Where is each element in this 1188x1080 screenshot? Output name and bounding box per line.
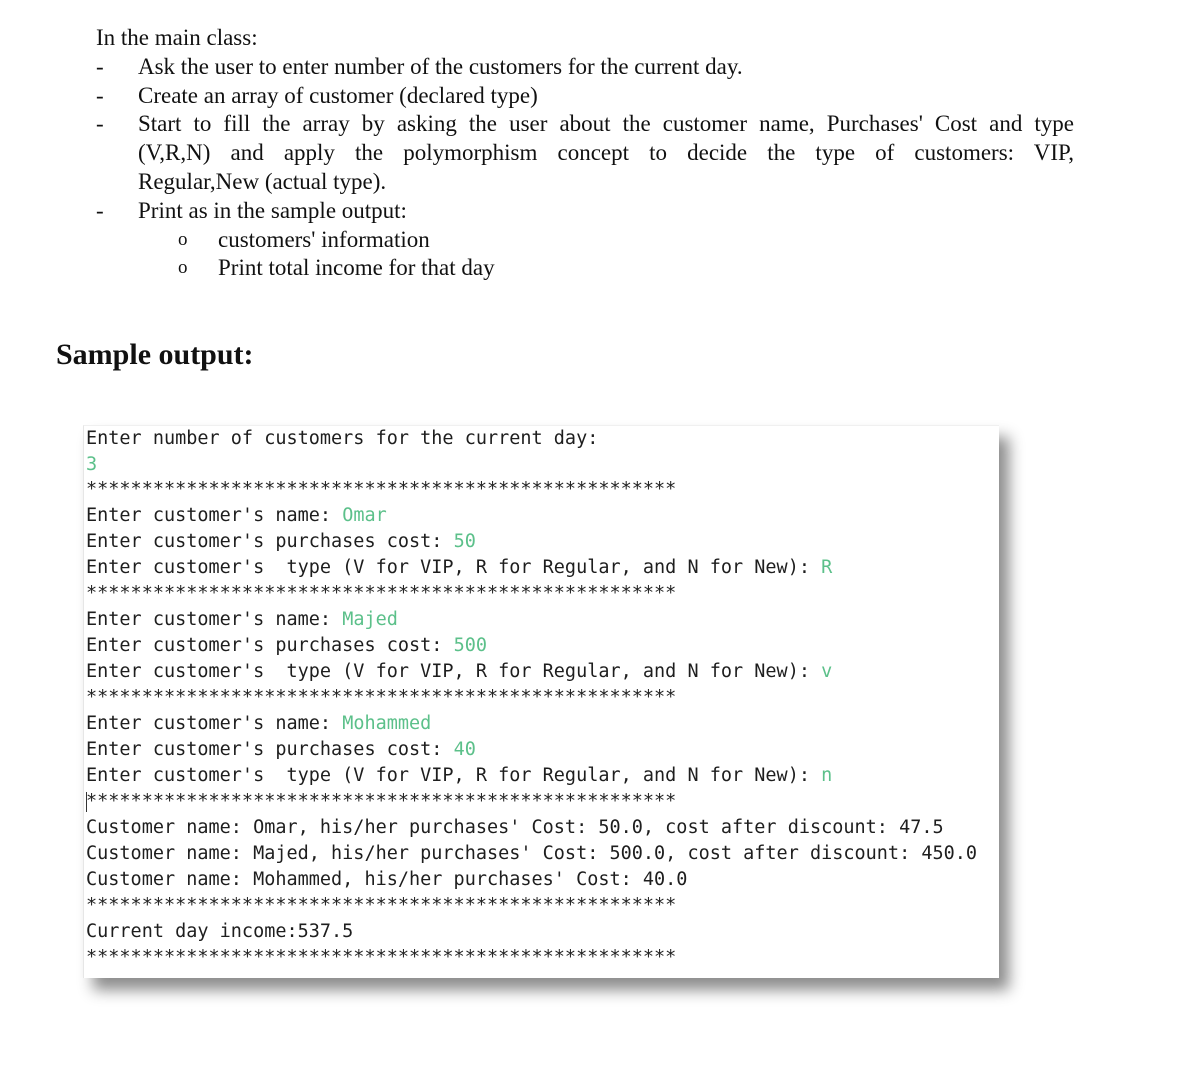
- name-prompt-line: Enter customer's name: Omar: [86, 503, 387, 529]
- result-line: Customer name: Mohammed, his/her purchas…: [86, 869, 688, 890]
- result-line: Customer name: Omar, his/her purchases' …: [86, 817, 944, 838]
- separator-with-caret: ****************************************…: [86, 789, 676, 815]
- separator: ****************************************…: [86, 687, 677, 708]
- list-item-text: Regular,New (actual type).: [138, 168, 387, 194]
- instructions-list: - Ask the user to enter number of the cu…: [96, 53, 1076, 226]
- list-item: - Create an array of customer (declared …: [96, 82, 1074, 111]
- dash-bullet: -: [96, 111, 104, 137]
- cost-input: 40: [453, 739, 476, 760]
- type-prompt: Enter customer's type (V for VIP, R for …: [86, 661, 822, 682]
- list-item-text: Start to fill the array by asking the us…: [138, 111, 1074, 137]
- name-prompt-line: Enter customer's name: Mohammed: [86, 711, 431, 737]
- cost-input: 500: [453, 635, 487, 656]
- sub-list: o customers' information o Print total i…: [96, 226, 1076, 284]
- type-prompt-line: Enter customer's type (V for VIP, R for …: [86, 659, 832, 685]
- count-input: 3: [86, 454, 98, 475]
- cost-prompt: Enter customer's purchases cost:: [86, 531, 454, 552]
- name-prompt: Enter customer's name:: [86, 505, 343, 526]
- type-input: R: [821, 557, 833, 578]
- separator: ****************************************…: [86, 791, 677, 812]
- list-item: - Ask the user to enter number of the cu…: [96, 53, 1074, 82]
- dash-bullet: -: [96, 82, 104, 108]
- type-input: v: [821, 661, 833, 682]
- name-input: Majed: [342, 609, 398, 630]
- cost-prompt-line: Enter customer's purchases cost: 40: [86, 737, 476, 763]
- type-prompt: Enter customer's type (V for VIP, R for …: [86, 557, 822, 578]
- list-item-text: (V,R,N) and apply the polymorphism conce…: [138, 140, 1074, 166]
- type-prompt: Enter customer's type (V for VIP, R for …: [86, 765, 822, 786]
- name-prompt: Enter customer's name:: [86, 713, 343, 734]
- circle-bullet: o: [178, 257, 188, 279]
- text-cursor: [86, 792, 87, 812]
- cost-prompt-line: Enter customer's purchases cost: 500: [86, 633, 487, 659]
- list-item: - Start to fill the array by asking the …: [96, 110, 1074, 196]
- console-output: Enter number of customers for the curren…: [83, 425, 999, 978]
- list-item: - Print as in the sample output:: [96, 197, 1074, 226]
- sub-list-item: o customers' information: [96, 226, 1076, 255]
- dash-bullet: -: [96, 197, 104, 223]
- sub-list-item-text: Print total income for that day: [218, 255, 495, 281]
- cost-input: 50: [453, 531, 476, 552]
- separator: ****************************************…: [86, 479, 677, 500]
- sub-list-item: o Print total income for that day: [96, 254, 1076, 283]
- circle-bullet: o: [178, 228, 188, 250]
- name-prompt: Enter customer's name:: [86, 609, 343, 630]
- sub-list-item-text: customers' information: [218, 226, 430, 252]
- name-input: Mohammed: [342, 713, 432, 734]
- cost-prompt-line: Enter customer's purchases cost: 50: [86, 529, 476, 555]
- instructions-heading: In the main class:: [96, 25, 258, 50]
- separator: ****************************************…: [86, 895, 677, 916]
- separator: ****************************************…: [86, 947, 677, 968]
- name-prompt-line: Enter customer's name: Majed: [86, 607, 398, 633]
- name-input: Omar: [342, 505, 387, 526]
- type-input: n: [821, 765, 833, 786]
- cost-prompt: Enter customer's purchases cost:: [86, 635, 454, 656]
- instructions: In the main class: - Ask the user to ent…: [96, 24, 1076, 283]
- income-line: Current day income:537.5: [86, 921, 354, 942]
- dash-bullet: -: [96, 53, 104, 79]
- list-item-text: Ask the user to enter number of the cust…: [138, 53, 743, 79]
- type-prompt-line: Enter customer's type (V for VIP, R for …: [86, 555, 832, 581]
- list-item-text: Print as in the sample output:: [138, 197, 407, 223]
- separator: ****************************************…: [86, 583, 677, 604]
- count-prompt: Enter number of customers for the curren…: [86, 428, 599, 449]
- cost-prompt: Enter customer's purchases cost:: [86, 739, 454, 760]
- sample-output-title: Sample output:: [56, 338, 254, 371]
- result-line: Customer name: Majed, his/her purchases'…: [86, 843, 978, 864]
- type-prompt-line: Enter customer's type (V for VIP, R for …: [86, 763, 832, 789]
- list-item-text: Create an array of customer (declared ty…: [138, 82, 538, 108]
